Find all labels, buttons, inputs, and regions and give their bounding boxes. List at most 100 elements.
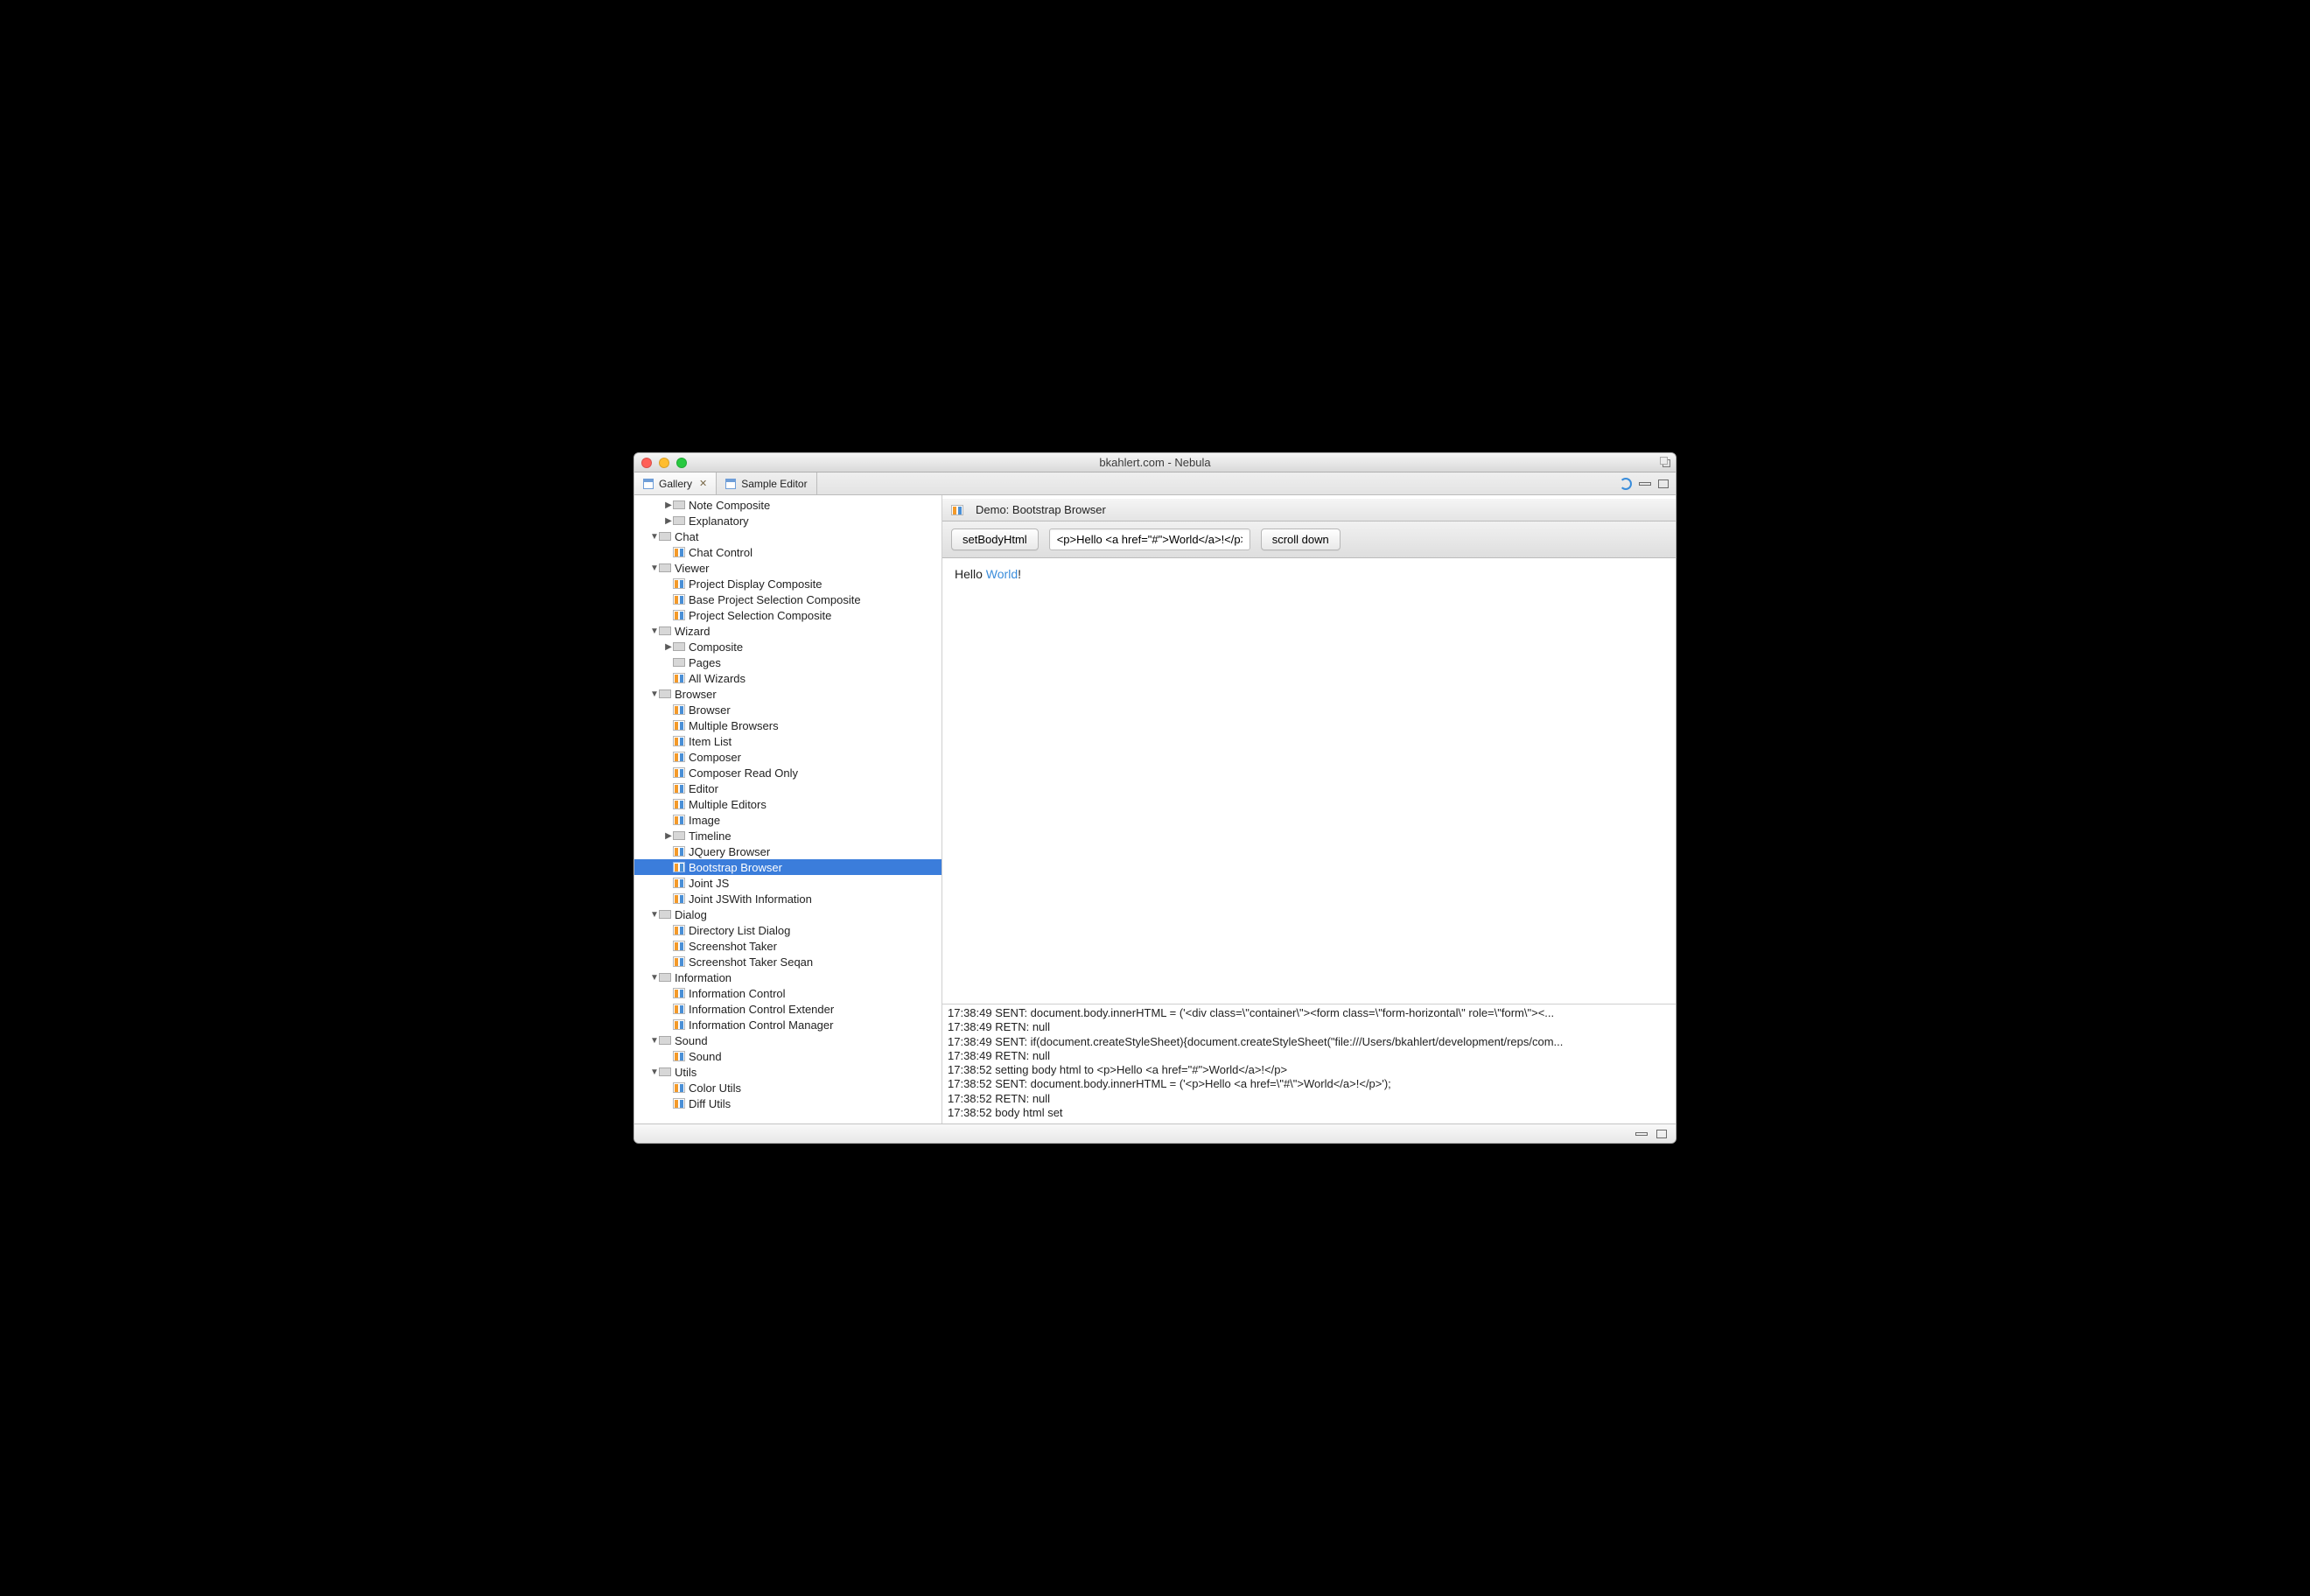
tree-item[interactable]: ▶ Explanatory bbox=[634, 513, 942, 528]
tree-item[interactable]: ▼Browser bbox=[634, 686, 942, 702]
tree-item[interactable]: Directory List Dialog bbox=[634, 922, 942, 938]
tree-item[interactable]: ▼Chat bbox=[634, 528, 942, 544]
log-line: 17:38:49 SENT: if(document.createStyleSh… bbox=[948, 1035, 1670, 1049]
tree-item-label: Bootstrap Browser bbox=[689, 861, 782, 874]
tree-item[interactable]: JQuery Browser bbox=[634, 844, 942, 859]
tree-item[interactable]: Image bbox=[634, 812, 942, 828]
page-icon bbox=[673, 783, 685, 794]
page-icon bbox=[673, 752, 685, 762]
log-line: 17:38:49 RETN: null bbox=[948, 1049, 1670, 1063]
tree-item-label: Information bbox=[675, 971, 732, 984]
tree-item[interactable]: Bootstrap Browser bbox=[634, 859, 942, 875]
tree-item-label: Item List bbox=[689, 735, 732, 748]
close-window-button[interactable] bbox=[641, 458, 652, 468]
gallery-tree[interactable]: ▶ Note Composite ▶ Explanatory▼Chat Chat Con… bbox=[634, 495, 942, 1124]
folder-icon bbox=[659, 973, 671, 982]
maximize-pane-icon[interactable] bbox=[1658, 480, 1669, 488]
folder-icon bbox=[659, 626, 671, 635]
chevron-right-icon[interactable]: ▶ bbox=[664, 516, 673, 526]
tree-item[interactable]: ▶ Composite bbox=[634, 639, 942, 654]
page-icon bbox=[673, 673, 685, 683]
maximize-icon[interactable] bbox=[1660, 457, 1670, 467]
tree-item-label: Information Control bbox=[689, 987, 786, 1000]
set-body-html-button[interactable]: setBodyHtml bbox=[951, 528, 1039, 550]
tab-sample-editor[interactable]: Sample Editor bbox=[717, 472, 816, 494]
console-log[interactable]: 17:38:49 SENT: document.body.innerHTML =… bbox=[942, 1004, 1676, 1124]
tree-item-label: Timeline bbox=[689, 830, 732, 843]
tree-item[interactable]: ▼Wizard bbox=[634, 623, 942, 639]
tree-item[interactable]: ▼Dialog bbox=[634, 906, 942, 922]
tree-item[interactable]: Composer Read Only bbox=[634, 765, 942, 780]
chevron-down-icon[interactable]: ▼ bbox=[650, 626, 659, 636]
tree-item[interactable]: Pages bbox=[634, 654, 942, 670]
minimize-pane-icon[interactable] bbox=[1635, 1132, 1648, 1136]
chevron-down-icon[interactable]: ▼ bbox=[650, 910, 659, 920]
tree-item[interactable]: Diff Utils bbox=[634, 1096, 942, 1111]
tree-item[interactable]: Joint JS bbox=[634, 875, 942, 891]
tree-item[interactable]: Screenshot Taker Seqan bbox=[634, 954, 942, 970]
page-icon bbox=[673, 1051, 685, 1061]
chevron-down-icon[interactable]: ▼ bbox=[650, 1036, 659, 1046]
traffic-lights bbox=[641, 458, 687, 468]
chevron-down-icon[interactable]: ▼ bbox=[650, 1068, 659, 1077]
tree-item-label: Information Control Extender bbox=[689, 1003, 834, 1016]
chevron-right-icon[interactable]: ▶ bbox=[664, 831, 673, 841]
tree-item[interactable]: Chat Control bbox=[634, 544, 942, 560]
tree-item[interactable]: Base Project Selection Composite bbox=[634, 592, 942, 607]
tree-item[interactable]: Information Control Manager bbox=[634, 1017, 942, 1032]
tree-item[interactable]: Screenshot Taker bbox=[634, 938, 942, 954]
zoom-window-button[interactable] bbox=[676, 458, 687, 468]
tree-item-label: Composite bbox=[689, 640, 743, 654]
tree-item[interactable]: Item List bbox=[634, 733, 942, 749]
tree-item[interactable]: Browser bbox=[634, 702, 942, 718]
tree-item[interactable]: Information Control bbox=[634, 985, 942, 1001]
minimize-window-button[interactable] bbox=[659, 458, 669, 468]
tree-item-label: Note Composite bbox=[689, 499, 770, 512]
refresh-icon[interactable] bbox=[1620, 478, 1632, 490]
chevron-down-icon[interactable]: ▼ bbox=[650, 564, 659, 573]
tree-item[interactable]: ▶ Note Composite bbox=[634, 497, 942, 513]
tree-item[interactable]: Multiple Browsers bbox=[634, 718, 942, 733]
tree-item[interactable]: Composer bbox=[634, 749, 942, 765]
chevron-down-icon[interactable]: ▼ bbox=[650, 532, 659, 542]
viewer-text: Hello bbox=[955, 567, 986, 581]
folder-icon bbox=[673, 658, 685, 667]
folder-icon bbox=[673, 516, 685, 525]
close-icon[interactable]: ✕ bbox=[699, 478, 707, 489]
chevron-down-icon[interactable]: ▼ bbox=[650, 973, 659, 983]
tree-item[interactable]: Information Control Extender bbox=[634, 1001, 942, 1017]
tree-item[interactable]: Editor bbox=[634, 780, 942, 796]
scroll-down-button[interactable]: scroll down bbox=[1261, 528, 1340, 550]
tree-item[interactable]: ▼Utils bbox=[634, 1064, 942, 1080]
tree-item[interactable]: ▼ Viewer bbox=[634, 560, 942, 576]
page-icon bbox=[673, 594, 685, 605]
tree-item-label: Explanatory bbox=[689, 514, 749, 528]
tree-item[interactable]: ▼ Information bbox=[634, 970, 942, 985]
tree-item[interactable]: Project Display Composite bbox=[634, 576, 942, 592]
tree-item-label: Sound bbox=[689, 1050, 722, 1063]
tree-item[interactable]: Color Utils bbox=[634, 1080, 942, 1096]
tree-item-label: Chat Control bbox=[689, 546, 752, 559]
page-icon bbox=[673, 1019, 685, 1030]
tree-item[interactable]: Joint JSWith Information bbox=[634, 891, 942, 906]
tree-item[interactable]: ▼Sound bbox=[634, 1032, 942, 1048]
tree-item[interactable]: Project Selection Composite bbox=[634, 607, 942, 623]
maximize-pane-icon[interactable] bbox=[1656, 1130, 1667, 1138]
viewer-link[interactable]: World bbox=[986, 567, 1018, 581]
browser-viewer[interactable]: Hello World! bbox=[942, 558, 1676, 1004]
html-input[interactable] bbox=[1049, 528, 1250, 550]
view-title: Demo: Bootstrap Browser bbox=[976, 503, 1106, 516]
chevron-right-icon[interactable]: ▶ bbox=[664, 642, 673, 652]
tree-item[interactable]: All Wizards bbox=[634, 670, 942, 686]
chevron-down-icon[interactable]: ▼ bbox=[650, 690, 659, 699]
tab-gallery[interactable]: Gallery ✕ bbox=[634, 472, 717, 494]
minimize-pane-icon[interactable] bbox=[1639, 482, 1651, 486]
tab-label: Sample Editor bbox=[741, 478, 807, 490]
tree-item-label: Viewer bbox=[675, 562, 710, 575]
tree-item[interactable]: Multiple Editors bbox=[634, 796, 942, 812]
chevron-right-icon[interactable]: ▶ bbox=[664, 500, 673, 510]
app-window: bkahlert.com - Nebula Gallery ✕ Sample E… bbox=[634, 452, 1676, 1144]
tree-item[interactable]: Sound bbox=[634, 1048, 942, 1064]
tree-item[interactable]: ▶ Timeline bbox=[634, 828, 942, 844]
page-icon bbox=[673, 736, 685, 746]
